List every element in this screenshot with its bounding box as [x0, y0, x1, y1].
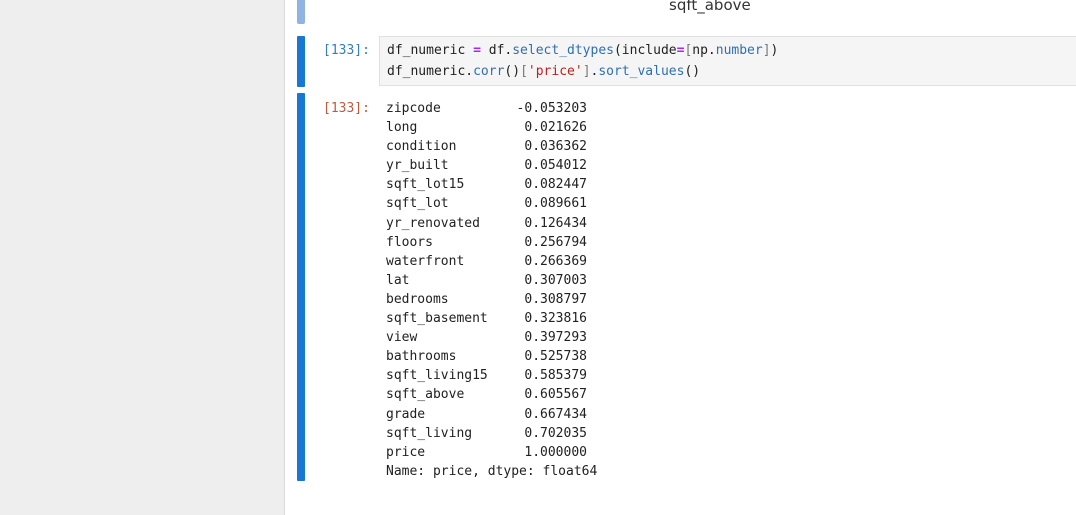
series-index: sqft_lot [386, 196, 449, 212]
code-string: 'price' [527, 64, 583, 79]
code-token: df_numeric [387, 43, 474, 58]
code-token: () [684, 64, 701, 79]
series-index: sqft_above [386, 387, 465, 403]
series-row: bedrooms 0.308797 [386, 290, 597, 309]
code-attribute: number [715, 43, 763, 58]
code-token: df_numeric. [387, 64, 474, 79]
series-index: waterfront [386, 253, 465, 269]
series-value: 0.089661 [524, 196, 587, 212]
code-method: corr [473, 64, 505, 79]
series-index: sqft_lot15 [386, 177, 465, 193]
output-area: zipcode -0.053203 long 0.021626 condition 0… [386, 99, 597, 481]
code-token: np. [692, 43, 716, 58]
code-operator: = [473, 43, 481, 58]
series-value: 0.126434 [524, 215, 587, 231]
series-value: 0.585379 [524, 368, 587, 384]
series-row: yr_renovated 0.126434 [386, 214, 597, 233]
series-value: -0.053203 [516, 101, 587, 116]
series-value: 0.021626 [524, 120, 587, 136]
notebook-panel: sqft_above [133]: df_numeric = df.select… [284, 0, 1076, 515]
series-index: lat [386, 272, 410, 288]
code-method: sort_values [598, 64, 685, 79]
series-index: yr_renovated [386, 215, 480, 231]
series-row: sqft_above 0.605567 [386, 385, 597, 404]
series-index: yr_built [386, 158, 449, 174]
series-row: zipcode -0.053203 [386, 99, 597, 118]
code-token: () [504, 64, 521, 79]
series-index: sqft_living15 [386, 368, 488, 384]
series-row: lat 0.307003 [386, 271, 597, 290]
series-value: 0.307003 [524, 272, 587, 288]
series-row: sqft_basement 0.323816 [386, 309, 597, 328]
series-row: sqft_lot 0.089661 [386, 194, 597, 213]
series-footer: Name: price, dtype: float64 [386, 463, 598, 479]
input-cell-collapser[interactable] [297, 36, 305, 87]
output-cell-collapser[interactable] [297, 93, 305, 481]
series-value: 0.308797 [524, 291, 587, 307]
series-row: price 1.000000 [386, 443, 597, 462]
series-index: sqft_basement [386, 311, 488, 327]
series-value: 0.256794 [524, 234, 587, 250]
code-method: select_dtypes [512, 43, 614, 58]
code-line-2: df_numeric.corr()['price'].sort_values() [387, 61, 700, 82]
previous-cell-collapser[interactable] [297, 0, 305, 24]
series-index: price [386, 444, 426, 460]
series-row: yr_built 0.054012 [386, 156, 597, 175]
input-prompt: [133]: [323, 43, 370, 58]
series-index: bathrooms [386, 349, 457, 365]
code-bracket: [ [520, 64, 528, 79]
series-row: sqft_living15 0.585379 [386, 366, 597, 385]
series-value: 0.667434 [524, 406, 587, 422]
series-value: 0.605567 [524, 387, 587, 403]
series-row: view 0.397293 [386, 328, 597, 347]
series-value: 0.266369 [524, 253, 587, 269]
series-value: 0.397293 [524, 330, 587, 346]
series-index: bedrooms [386, 291, 449, 307]
series-row: condition 0.036362 [386, 137, 597, 156]
series-row: floors 0.256794 [386, 233, 597, 252]
series-row: bathrooms 0.525738 [386, 347, 597, 366]
code-bracket: ] [582, 64, 591, 79]
code-token: df. [480, 43, 513, 58]
series-index: long [386, 120, 418, 136]
previous-output-label: sqft_above [669, 0, 751, 14]
series-index: condition [386, 139, 457, 155]
series-index: sqft_living [386, 425, 473, 441]
series-index: view [386, 330, 418, 346]
code-token: (include [613, 43, 677, 58]
series-row: sqft_living 0.702035 [386, 424, 597, 443]
series-index: floors [386, 234, 433, 250]
series-index: zipcode [386, 101, 441, 116]
series-index: grade [386, 406, 426, 422]
series-value: 1.000000 [524, 444, 587, 460]
series-value: 0.702035 [524, 425, 587, 441]
series-value: 0.323816 [524, 311, 587, 327]
series-row: grade 0.667434 [386, 405, 597, 424]
series-row: waterfront 0.266369 [386, 252, 597, 271]
series-value: 0.054012 [524, 158, 587, 174]
series-value: 0.525738 [524, 349, 587, 365]
series-value: 0.082447 [524, 177, 587, 193]
code-editor[interactable]: df_numeric = df.select_dtypes(include=[n… [379, 36, 1076, 86]
code-line-1: df_numeric = df.select_dtypes(include=[n… [387, 40, 778, 61]
series-value: 0.036362 [524, 139, 587, 155]
code-bracket: ] [762, 43, 771, 58]
output-prompt: [133]: [323, 101, 370, 116]
series-row: sqft_lot15 0.082447 [386, 175, 597, 194]
code-token: ) [770, 43, 779, 58]
series-row: long 0.021626 [386, 118, 597, 137]
